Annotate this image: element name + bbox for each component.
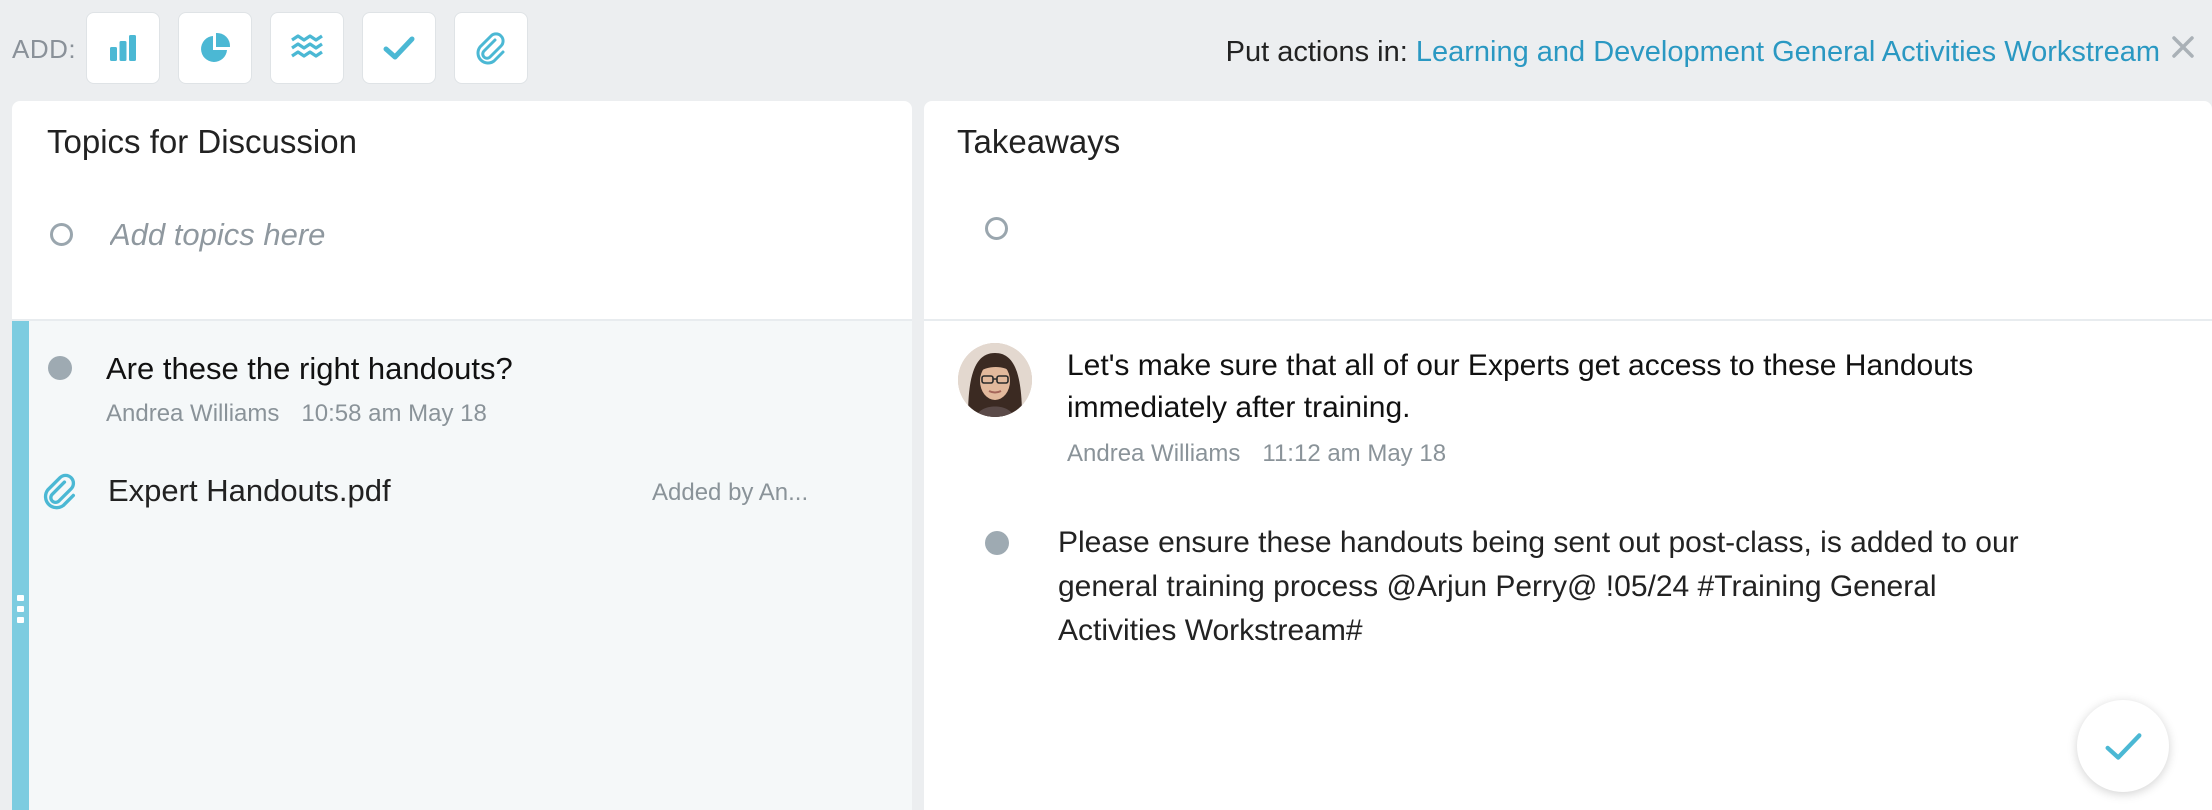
takeaway-meta: Andrea Williams 11:12 am May 18 xyxy=(1067,440,1446,468)
takeaway-time: 11:12 am May 18 xyxy=(1262,440,1447,467)
toolbar: ADD: Put actions in: Learning and Develo… xyxy=(0,0,2212,100)
takeaway-author: Andrea Williams xyxy=(1067,440,1241,467)
action-bullet xyxy=(985,531,1009,555)
topic-time: 10:58 am May 18 xyxy=(301,400,487,427)
add-label: ADD: xyxy=(12,34,77,64)
topics-panel: Topics for Discussion Are these the righ… xyxy=(12,101,912,810)
topic-title[interactable]: Are these the right handouts? xyxy=(106,351,513,387)
checkmark-icon xyxy=(383,36,415,60)
put-actions: Put actions in: Learning and Development… xyxy=(1226,36,2160,69)
topic-accent-bar xyxy=(12,321,29,810)
paperclip-icon xyxy=(43,473,76,510)
takeaways-title: Takeaways xyxy=(957,123,1121,160)
checkmark-icon xyxy=(2105,733,2142,760)
workstream-link[interactable]: Learning and Development General Activit… xyxy=(1416,36,2160,68)
topic-item[interactable]: Are these the right handouts? Andrea Wil… xyxy=(12,321,912,810)
close-button[interactable] xyxy=(2166,30,2200,64)
topic-bullet xyxy=(48,356,72,380)
add-pie-button[interactable] xyxy=(178,12,252,84)
attachment-name[interactable]: Expert Handouts.pdf xyxy=(108,473,391,509)
add-topics-input[interactable] xyxy=(110,217,710,253)
drag-handle-icon[interactable] xyxy=(17,595,24,623)
topics-title: Topics for Discussion xyxy=(47,123,357,160)
takeaways-panel: Takeaways Let's make sure that all of ou… xyxy=(924,101,2212,810)
waves-icon xyxy=(291,34,323,58)
avatar xyxy=(958,343,1032,417)
takeaway-note-text[interactable]: Let's make sure that all of our Experts … xyxy=(1067,345,2127,429)
bar-chart-icon xyxy=(110,35,136,61)
topic-meta: Andrea Williams 10:58 am May 18 xyxy=(106,400,487,428)
add-chart-button[interactable] xyxy=(86,12,160,84)
add-attachment-button[interactable] xyxy=(454,12,528,84)
attachment-added-by: Added by An... xyxy=(652,479,809,506)
add-waves-button[interactable] xyxy=(270,12,344,84)
new-takeaway-bullet[interactable] xyxy=(985,217,1008,240)
close-icon xyxy=(2172,36,2194,58)
topic-author: Andrea Williams xyxy=(106,400,280,427)
new-topic-bullet xyxy=(50,223,73,246)
put-actions-label: Put actions in: xyxy=(1225,36,1408,68)
takeaways-divider xyxy=(924,319,2212,321)
pie-chart-icon xyxy=(201,32,231,62)
action-item-text[interactable]: Please ensure these handouts being sent … xyxy=(1058,521,2058,653)
add-action-button[interactable] xyxy=(362,12,436,84)
complete-button[interactable] xyxy=(2077,700,2169,792)
paperclip-icon xyxy=(476,32,505,65)
